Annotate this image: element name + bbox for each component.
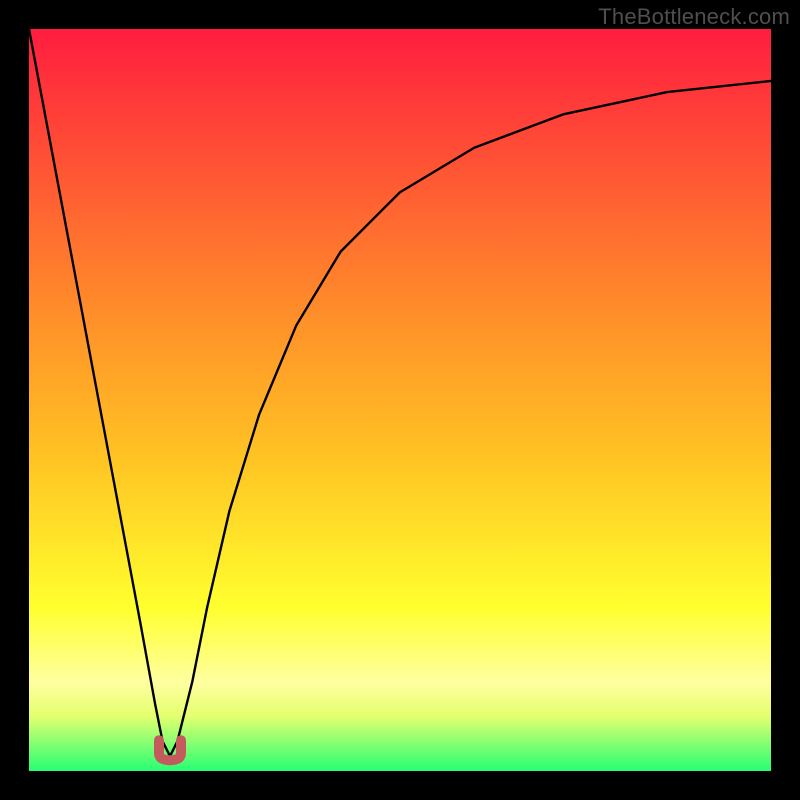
chart-frame: TheBottleneck.com [0,0,800,800]
optimal-marker [159,740,181,760]
watermark-text: TheBottleneck.com [598,4,790,30]
plot-area [29,29,771,771]
bottleneck-curve [29,29,771,771]
